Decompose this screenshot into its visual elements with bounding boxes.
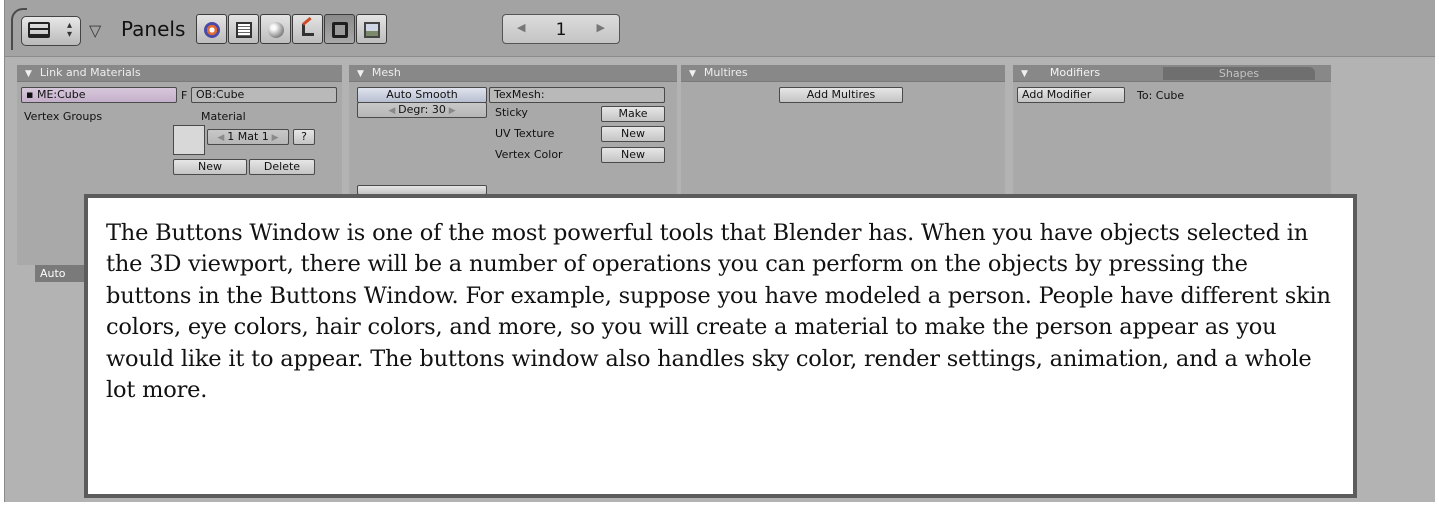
panel-header[interactable]: ▼ Multires <box>681 65 1005 82</box>
buttons-window-icon <box>28 22 50 38</box>
collapse-header-icon[interactable]: ▽ <box>89 21 101 40</box>
material-label: Material <box>201 110 246 123</box>
add-multires-button[interactable]: Add Multires <box>779 87 903 103</box>
collapse-triangle-icon[interactable]: ▼ <box>689 69 696 79</box>
degr-increment-icon[interactable]: ▶ <box>446 106 456 116</box>
auto-smooth-toggle[interactable]: Auto Smooth <box>357 87 487 103</box>
material-prev-icon[interactable]: ◀ <box>217 133 227 143</box>
material-new-button[interactable]: New <box>173 159 247 175</box>
collapse-triangle-icon[interactable]: ▼ <box>357 69 364 79</box>
material-index-field[interactable]: ◀ 1 Mat 1 ▶ <box>207 129 289 145</box>
fake-user-flag[interactable]: F <box>181 89 187 102</box>
uv-texture-label: UV Texture <box>495 127 555 140</box>
degr-field[interactable]: ◀ Degr: 30 ▶ <box>357 102 487 118</box>
material-slot-value: 1 Mat 1 <box>227 130 269 143</box>
object-name-field[interactable]: OB:Cube <box>191 87 337 103</box>
tab-modifiers[interactable]: Modifiers <box>1050 66 1100 79</box>
sticky-label: Sticky <box>495 106 528 119</box>
description-text: The Buttons Window is one of the most po… <box>106 220 1331 404</box>
window-type-menu[interactable]: ▴ ▾ <box>21 16 81 46</box>
shading-icon <box>268 22 284 38</box>
degr-value: Degr: 30 <box>398 103 446 116</box>
mesh-name: ME:Cube <box>36 88 86 101</box>
material-color-swatch[interactable] <box>173 125 205 155</box>
add-modifier-button[interactable]: Add Modifier <box>1017 87 1125 103</box>
current-frame-field[interactable]: ◀ 1 ▶ <box>502 14 620 44</box>
panel-title: Mesh <box>371 66 401 79</box>
collapse-triangle-icon[interactable]: ▼ <box>1021 69 1028 79</box>
material-delete-button[interactable]: Delete <box>249 159 315 175</box>
object-icon <box>300 22 316 38</box>
panel-header[interactable]: ▼ Mesh <box>349 65 677 82</box>
panel-title: Multires <box>703 66 748 79</box>
mesh-datablock-field[interactable]: ▪ ME:Cube <box>21 87 177 103</box>
object-button[interactable] <box>292 14 323 44</box>
vertex-color-new-button[interactable]: New <box>601 147 665 163</box>
tab-shapes[interactable]: Shapes <box>1163 67 1315 80</box>
material-help-button[interactable]: ? <box>293 129 315 145</box>
uv-texture-new-button[interactable]: New <box>601 126 665 142</box>
logic-icon <box>204 22 220 38</box>
script-icon <box>236 22 252 38</box>
window-header: ▴ ▾ ▽ Panels ◀ 1 ▶ <box>5 0 1435 57</box>
updown-arrows-icon: ▴ ▾ <box>66 20 72 40</box>
collapse-triangle-icon[interactable]: ▼ <box>25 69 32 79</box>
modifier-target-label: To: Cube <box>1137 89 1185 102</box>
editing-icon <box>332 22 348 38</box>
mesh-browse-icon[interactable]: ▪ <box>26 88 37 101</box>
sticky-make-button[interactable]: Make <box>601 106 665 122</box>
buttons-window: ▴ ▾ ▽ Panels ◀ 1 ▶ ▼ Link and Materials ▪ … <box>4 0 1435 502</box>
logic-button[interactable] <box>196 14 227 44</box>
material-next-icon[interactable]: ▶ <box>269 133 279 143</box>
shading-button[interactable] <box>260 14 291 44</box>
texmesh-field[interactable]: TexMesh: <box>489 87 665 103</box>
degr-decrement-icon[interactable]: ◀ <box>388 106 398 116</box>
scene-button[interactable] <box>356 14 387 44</box>
editing-button[interactable] <box>324 14 355 44</box>
script-button[interactable] <box>228 14 259 44</box>
vertex-groups-label: Vertex Groups <box>24 110 103 123</box>
panel-header[interactable]: ▼ Link and Materials <box>17 65 342 82</box>
vertex-color-label: Vertex Color <box>495 148 563 161</box>
auto-button[interactable]: Auto <box>35 265 87 282</box>
description-box: The Buttons Window is one of the most po… <box>84 194 1357 498</box>
panel-title: Link and Materials <box>39 66 141 79</box>
panels-menu[interactable]: Panels <box>121 17 185 41</box>
frame-increment-icon[interactable]: ▶ <box>597 21 605 34</box>
scene-icon <box>364 22 380 38</box>
